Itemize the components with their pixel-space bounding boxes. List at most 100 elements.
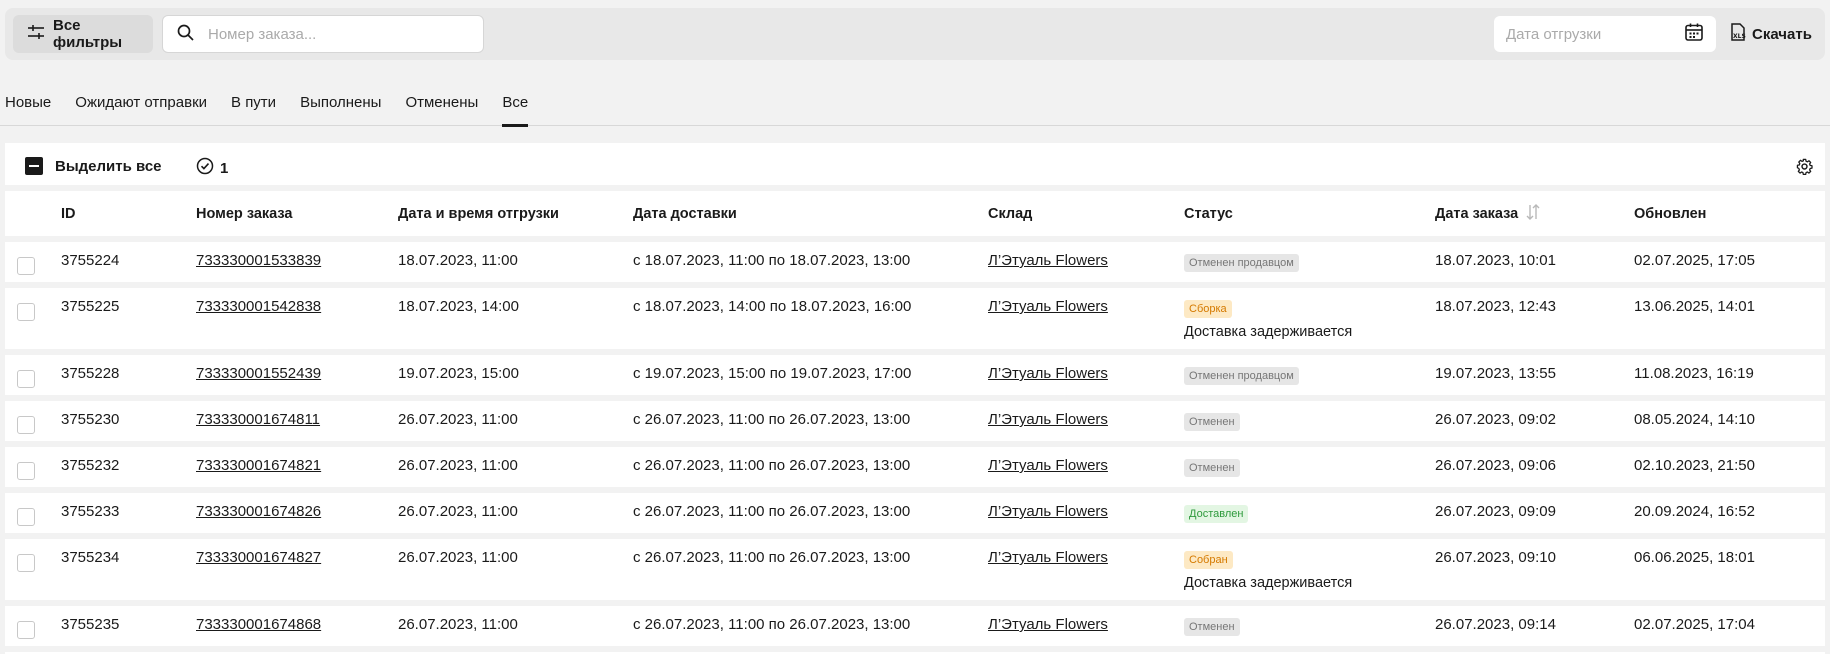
status-cell: Сборка Доставка задерживается xyxy=(1184,285,1435,355)
select-all-checkbox[interactable] xyxy=(25,157,43,175)
ship-datetime: 26.07.2023, 11:00 xyxy=(398,411,518,428)
order-number-link[interactable]: 733330001542838 xyxy=(196,298,321,315)
gear-icon[interactable] xyxy=(1796,158,1813,179)
warehouse-link[interactable]: Л’Этуаль Flowers xyxy=(988,549,1108,566)
calendar-icon[interactable] xyxy=(1684,22,1704,46)
row-checkbox[interactable] xyxy=(17,257,35,275)
order-id-cell: 3755228 xyxy=(61,352,196,401)
ship-datetime-cell: 18.07.2023, 11:00 xyxy=(398,239,633,288)
updated-date: 02.07.2025, 17:05 xyxy=(1634,252,1755,269)
tab-in-transit[interactable]: В пути xyxy=(226,86,276,126)
delay-note: Доставка задерживается xyxy=(1184,575,1353,591)
select-all-control[interactable]: Выделить все xyxy=(25,157,162,175)
delivery-window: с 26.07.2023, 11:00 по 26.07.2023, 13:00 xyxy=(633,457,911,474)
status-cell: Отменен xyxy=(1184,444,1435,493)
all-filters-button[interactable]: Все фильтры xyxy=(13,15,153,53)
tab-all[interactable]: Все xyxy=(497,86,528,127)
order-id: 3755233 xyxy=(61,503,120,520)
row-checkbox[interactable] xyxy=(17,303,35,321)
table-row[interactable]: 3755224 733330001533839 18.07.2023, 11:00 с… xyxy=(5,239,1825,288)
table-row[interactable]: 3755228 733330001552439 19.07.2023, 15:00 с… xyxy=(5,352,1825,401)
warehouse-link[interactable]: Л’Этуаль Flowers xyxy=(988,365,1108,382)
updated-cell: 02.07.2025, 17:05 xyxy=(1634,239,1825,288)
order-id: 3755225 xyxy=(61,298,120,315)
table-row[interactable]: 3755225 733330001542838 18.07.2023, 14:00 с… xyxy=(5,285,1825,355)
svg-text:XLS: XLS xyxy=(1733,33,1746,40)
warehouse-link[interactable]: Л’Этуаль Flowers xyxy=(988,411,1108,428)
warehouse-link[interactable]: Л’Этуаль Flowers xyxy=(988,616,1108,633)
row-checkbox-cell xyxy=(5,444,61,493)
status-badge: Отменен xyxy=(1184,413,1240,431)
order-number-link[interactable]: 733330001674827 xyxy=(196,549,321,566)
updated-date: 02.07.2025, 17:04 xyxy=(1634,616,1755,633)
order-number-link[interactable]: 733330001552439 xyxy=(196,365,321,382)
order-number-link[interactable]: 733330001674821 xyxy=(196,457,321,474)
order-id-cell: 3755230 xyxy=(61,398,196,447)
ship-datetime: 18.07.2023, 14:00 xyxy=(398,298,519,315)
delivery-date-cell: с 26.07.2023, 11:00 по 26.07.2023, 13:00 xyxy=(633,444,988,493)
ship-datetime-cell: 19.07.2023, 15:00 xyxy=(398,352,633,401)
delivery-date-cell: с 19.07.2023, 15:00 по 19.07.2023, 17:00 xyxy=(633,352,988,401)
order-id: 3755235 xyxy=(61,616,120,633)
table-row[interactable]: 3755233 733330001674826 26.07.2023, 11:00 с… xyxy=(5,490,1825,539)
table-row[interactable]: 3755235 733330001674868 26.07.2023, 11:00 с… xyxy=(5,603,1825,652)
header-order-date[interactable]: Дата заказа xyxy=(1435,191,1634,242)
order-id-cell: 3755232 xyxy=(61,444,196,493)
ship-datetime-cell: 26.07.2023, 11:00 xyxy=(398,536,633,606)
warehouse-link[interactable]: Л’Этуаль Flowers xyxy=(988,252,1108,269)
updated-cell: 11.08.2023, 16:19 xyxy=(1634,352,1825,401)
tab-cancelled[interactable]: Отменены xyxy=(400,86,478,126)
table-row[interactable]: 3755230 733330001674811 26.07.2023, 11:00 с… xyxy=(5,398,1825,447)
warehouse-cell: Л’Этуаль Flowers xyxy=(988,444,1184,493)
status-badge: Доставлен xyxy=(1184,505,1249,523)
ship-datetime-cell: 26.07.2023, 11:00 xyxy=(398,490,633,539)
row-checkbox[interactable] xyxy=(17,621,35,639)
order-date: 18.07.2023, 12:43 xyxy=(1435,298,1556,315)
order-date: 26.07.2023, 09:09 xyxy=(1435,503,1556,520)
order-number-link[interactable]: 733330001674868 xyxy=(196,616,321,633)
row-checkbox[interactable] xyxy=(17,508,35,526)
order-number-cell: 733330001674826 xyxy=(196,490,398,539)
header-id: ID xyxy=(61,191,196,242)
order-number-link[interactable]: 733330001674811 xyxy=(196,411,320,428)
warehouse-link[interactable]: Л’Этуаль Flowers xyxy=(988,298,1108,315)
sort-icon[interactable] xyxy=(1524,203,1542,225)
warehouse-link[interactable]: Л’Этуаль Flowers xyxy=(988,457,1108,474)
row-checkbox[interactable] xyxy=(17,462,35,480)
order-number-link[interactable]: 733330001533839 xyxy=(196,252,321,269)
row-checkbox[interactable] xyxy=(17,416,35,434)
row-checkbox[interactable] xyxy=(17,554,35,572)
order-date: 26.07.2023, 09:14 xyxy=(1435,616,1556,633)
warehouse-link[interactable]: Л’Этуаль Flowers xyxy=(988,503,1108,520)
status-cell: Отменен продавцом xyxy=(1184,352,1435,401)
status-cell: Отменен xyxy=(1184,603,1435,652)
tab-new[interactable]: Новые xyxy=(0,86,51,126)
header-delivery-date: Дата доставки xyxy=(633,191,988,242)
order-id-cell: 3755224 xyxy=(61,239,196,288)
order-search-input[interactable] xyxy=(208,25,468,43)
order-number-link[interactable]: 733330001674826 xyxy=(196,503,321,520)
tab-awaiting-shipment[interactable]: Ожидают отправки xyxy=(70,86,207,126)
warehouse-cell: Л’Этуаль Flowers xyxy=(988,285,1184,355)
delay-note: Доставка задерживается xyxy=(1184,324,1353,340)
row-checkbox[interactable] xyxy=(17,370,35,388)
order-date-cell: 26.07.2023, 09:06 xyxy=(1435,444,1634,493)
updated-date: 13.06.2025, 14:01 xyxy=(1634,298,1755,315)
warehouse-cell: Л’Этуаль Flowers xyxy=(988,398,1184,447)
row-checkbox-cell xyxy=(5,603,61,652)
header-order-number: Номер заказа xyxy=(196,191,398,242)
table-row[interactable]: 3755234 733330001674827 26.07.2023, 11:00 с… xyxy=(5,536,1825,606)
updated-cell: 02.07.2025, 17:04 xyxy=(1634,603,1825,652)
tab-completed[interactable]: Выполнены xyxy=(295,86,381,126)
order-date: 26.07.2023, 09:02 xyxy=(1435,411,1556,428)
status-tabs: Новые Ожидают отправки В пути Выполнены … xyxy=(0,86,1830,127)
download-xls-button[interactable]: XLS Скачать xyxy=(1730,16,1820,52)
updated-cell: 08.05.2024, 14:10 xyxy=(1634,398,1825,447)
status-cell: Отменен продавцом xyxy=(1184,239,1435,288)
ship-date-field[interactable]: Дата отгрузки xyxy=(1494,16,1716,52)
order-id-cell: 3755233 xyxy=(61,490,196,539)
table-row[interactable]: 3755232 733330001674821 26.07.2023, 11:00 с… xyxy=(5,444,1825,493)
row-checkbox-cell xyxy=(5,490,61,539)
warehouse-cell: Л’Этуаль Flowers xyxy=(988,490,1184,539)
status-cell: Доставлен xyxy=(1184,490,1435,539)
